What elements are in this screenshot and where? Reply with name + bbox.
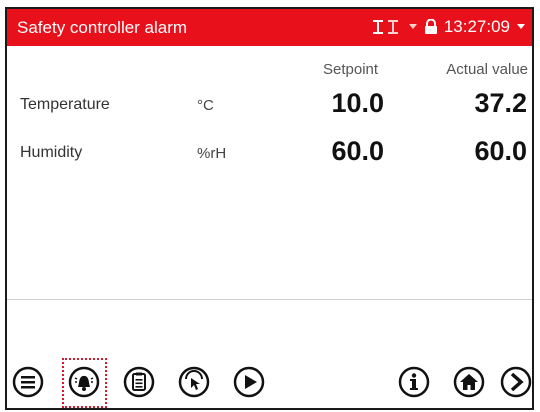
- unit-temperature: °C: [197, 97, 214, 114]
- chevron-down-icon[interactable]: [408, 23, 418, 31]
- menu-icon: [12, 366, 44, 398]
- program-button[interactable]: [177, 365, 211, 399]
- row-label-humidity: Humidity: [20, 144, 83, 161]
- play-icon: [233, 366, 265, 398]
- title-bar: Safety controller alarm 13:27:09: [7, 9, 532, 46]
- actual-temperature: 37.2: [474, 88, 527, 118]
- screen-title: Safety controller alarm: [17, 18, 188, 37]
- program-icon: [178, 366, 210, 398]
- menu-button[interactable]: [11, 365, 45, 399]
- home-icon: [453, 366, 485, 398]
- unit-humidity: %rH: [197, 145, 227, 162]
- chevron-down-icon[interactable]: [516, 23, 526, 31]
- bottom-toolbar: [7, 345, 532, 408]
- home-button[interactable]: [452, 365, 486, 399]
- next-button[interactable]: [499, 365, 532, 399]
- actual-humidity: 60.0: [474, 136, 527, 166]
- setpoint-temperature[interactable]: 10.0: [331, 88, 384, 119]
- alarm-bell-icon: [68, 366, 100, 398]
- setpoint-humidity[interactable]: 60.0: [331, 136, 384, 167]
- divider: [7, 299, 532, 300]
- play-button[interactable]: [232, 365, 266, 399]
- sensor-status-icon: [370, 18, 402, 36]
- clipboard-icon: [123, 366, 155, 398]
- clock-time: 13:27:09: [443, 17, 510, 36]
- alarm-button[interactable]: [67, 365, 101, 399]
- status-area: 13:27:09: [370, 15, 526, 39]
- event-list-button[interactable]: [122, 365, 156, 399]
- column-header-setpoint: Setpoint: [323, 61, 379, 78]
- info-icon: [398, 366, 430, 398]
- controller-screen: Safety controller alarm 13:27:09 Setpoin…: [5, 7, 534, 410]
- next-icon: [500, 366, 532, 398]
- column-header-actual: Actual value: [446, 61, 528, 78]
- info-button[interactable]: [397, 365, 431, 399]
- row-label-temperature: Temperature: [20, 96, 110, 113]
- lock-icon: [424, 19, 438, 35]
